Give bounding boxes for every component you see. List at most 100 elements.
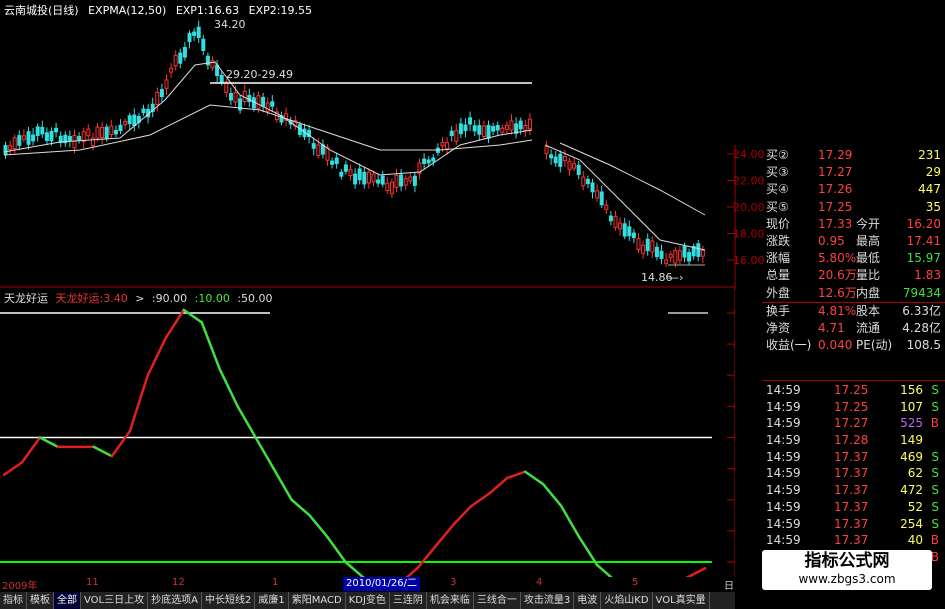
candle-body	[408, 176, 413, 182]
indicator-segment	[595, 563, 613, 577]
indicator-axis-label: 10.00	[733, 556, 735, 569]
candle-body	[376, 179, 381, 184]
indicator-segment	[254, 436, 275, 470]
tab-3[interactable]: VOL三日上攻	[81, 592, 149, 609]
tick-row[interactable]: 14:59 17.37 254 S	[762, 516, 945, 533]
tick-row[interactable]: 14:59 17.37 469 S	[762, 449, 945, 466]
tab-15[interactable]: VOL真实量	[653, 592, 710, 609]
candle-body	[164, 79, 169, 89]
date-m5: 5	[632, 577, 639, 588]
candle-body	[109, 125, 114, 135]
tab-2[interactable]: 全部	[54, 592, 81, 609]
quote-label-2: 内盘	[856, 285, 881, 300]
quote-label: 外盘	[766, 285, 791, 300]
quote-row: 买④ 17.26 447	[762, 181, 945, 198]
tick-row[interactable]: 14:59 17.37 472 S	[762, 482, 945, 499]
tick-side: S	[931, 466, 939, 481]
tab-12[interactable]: 攻击流量3	[521, 592, 575, 609]
indicator-arrow: >	[135, 292, 145, 305]
tab-14[interactable]: 火焰山KD	[601, 592, 653, 609]
indicator-axis-label: 90.00	[733, 307, 735, 320]
candle-body	[31, 134, 36, 142]
tick-row[interactable]: 14:59 17.25 156 S	[762, 382, 945, 399]
date-highlight: 2010/01/26/二	[343, 577, 421, 591]
quote-label-2: 流通	[856, 320, 881, 335]
indicator-segment	[164, 308, 185, 340]
watermark-title: 指标公式网	[804, 551, 890, 571]
candle-body	[95, 126, 100, 139]
candle-body	[636, 238, 641, 250]
indicator-segment	[218, 367, 239, 408]
tab-11[interactable]: 三线合一	[474, 592, 521, 609]
candle-body	[481, 125, 486, 137]
quote-value: 17.33	[818, 216, 853, 231]
tick-row[interactable]: 14:59 17.37 52 S	[762, 499, 945, 516]
quote-row: 涨幅 5.80% 最低 15.97	[762, 250, 945, 267]
quote-value: 4.81%	[818, 303, 857, 318]
indicator-segment	[128, 374, 150, 433]
candle-body	[696, 243, 701, 257]
quote-row: 涨跌 0.95 最高 17.41	[762, 233, 945, 250]
tab-7[interactable]: 紫阳MACD	[289, 592, 346, 609]
candle-body	[549, 154, 554, 159]
tab-4[interactable]: 抄底选项A	[148, 592, 202, 609]
candle-body	[463, 124, 468, 132]
candle-body	[334, 157, 339, 165]
candle-body	[265, 102, 270, 112]
indicator-segment	[344, 560, 365, 577]
candle-body	[468, 117, 473, 125]
tab-8[interactable]: KDJ变色	[346, 592, 390, 609]
candle-body	[599, 191, 604, 206]
candle-body	[567, 160, 572, 171]
tick-volume: 472	[900, 483, 923, 498]
candle-body	[155, 91, 160, 105]
tick-row[interactable]: 14:59 17.25 107 S	[762, 399, 945, 416]
indicator-segment	[541, 482, 563, 508]
candle-body	[256, 95, 261, 109]
quote-label: 总量	[766, 268, 791, 283]
indicator-segment	[146, 336, 168, 377]
tick-volume: 254	[900, 516, 923, 531]
candle-body	[576, 164, 581, 175]
tick-time: 14:59	[766, 466, 801, 481]
candle-body	[472, 125, 477, 132]
tab-10[interactable]: 机会来临	[427, 592, 474, 609]
tick-side: S	[931, 449, 939, 464]
tab-9[interactable]: 三连阴	[390, 592, 427, 609]
tick-row[interactable]: 14:59 17.37 40 B	[762, 532, 945, 549]
candle-body	[201, 38, 206, 51]
tick-volume: 52	[907, 499, 923, 514]
indicator-segment	[290, 498, 311, 517]
tab-0[interactable]: 指标	[0, 592, 27, 609]
tick-list[interactable]: 14:59 17.25 156 S 14:59 17.25 107 S 14:59 17.27 52…	[762, 382, 945, 566]
candle-body	[385, 182, 390, 192]
tick-volume: 469	[900, 449, 923, 464]
quote-value-2: 79434	[902, 285, 941, 300]
quote-row: 买② 17.29 231	[762, 147, 945, 164]
price-axis-label: 22.00	[733, 175, 765, 188]
tick-time: 14:59	[766, 533, 801, 548]
tab-1[interactable]: 模板	[27, 592, 54, 609]
tab-13[interactable]: 电波	[574, 592, 602, 609]
tab-6[interactable]: 威廉1	[255, 592, 289, 609]
candle-body	[196, 26, 201, 39]
candle-body	[44, 132, 49, 142]
indicator-header: 天龙好运 天龙好运:3.40 > :90.00 :10.00 :50.00	[4, 290, 277, 306]
quote-value: 0.040	[818, 338, 853, 353]
indicator-segment	[308, 514, 329, 539]
tick-side: B	[930, 533, 939, 548]
indicator-tabs: 指标 模板 全部 VOL三日上攻 抄底选项A 中长短线2 威廉1 紫阳MACD KDJ变色 三连阴…	[0, 592, 735, 609]
indicator-axis-label: 40.00	[733, 463, 735, 476]
tick-side: B	[930, 549, 939, 564]
candle-body	[40, 126, 45, 135]
tick-row[interactable]: 14:59 17.37 62 S	[762, 465, 945, 482]
tab-5[interactable]: 中长短线2	[202, 592, 256, 609]
tick-row[interactable]: 14:59 17.28 149	[762, 432, 945, 449]
candle-body	[449, 130, 454, 136]
indicator-segment	[452, 504, 473, 526]
candle-body	[641, 244, 646, 254]
annotation-low-arrow: —›	[668, 271, 683, 284]
tick-price: 17.37	[834, 516, 869, 531]
tick-row[interactable]: 14:59 17.27 525 B	[762, 415, 945, 432]
candle-body	[613, 216, 618, 228]
